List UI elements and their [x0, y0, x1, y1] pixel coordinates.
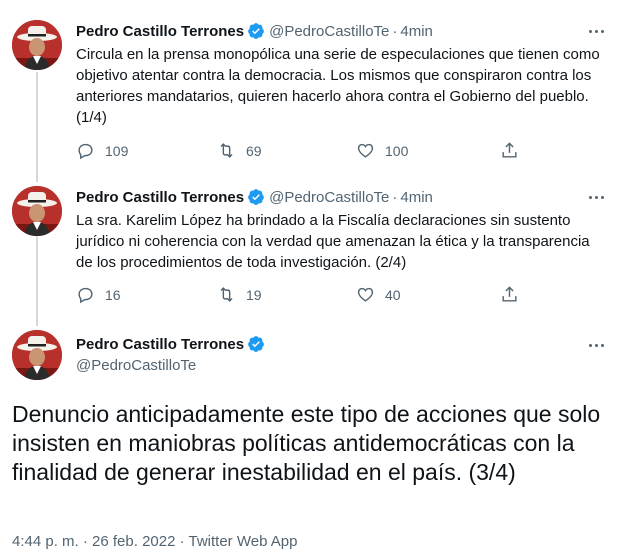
retweet-count: 19	[246, 286, 262, 303]
verified-badge-icon	[247, 22, 265, 40]
reply-icon	[78, 143, 93, 160]
tweet-header: Pedro Castillo Terrones @PedroCastilloTe…	[76, 186, 433, 208]
like-icon	[357, 143, 374, 158]
share-icon	[502, 142, 517, 158]
retweet-icon	[220, 287, 233, 302]
separator: ·	[392, 22, 398, 40]
tweet-actions: 16 19 40	[76, 285, 546, 307]
tweet-header: Pedro Castillo Terrones @PedroCastilloTe…	[76, 20, 433, 42]
share-icon	[502, 286, 517, 302]
separator: ·	[392, 188, 398, 206]
author-handle[interactable]: @PedroCastilloTe	[76, 357, 269, 374]
reply-icon	[78, 287, 93, 304]
like-count: 100	[385, 142, 409, 159]
timestamp[interactable]: 4min	[400, 189, 433, 206]
main-tweet-text: Denuncio anticipadamente este tipo de ac…	[12, 401, 601, 485]
more-icon[interactable]	[586, 188, 606, 206]
like-button[interactable]: 40	[356, 285, 401, 304]
author-handle[interactable]: @PedroCastilloTe	[269, 189, 389, 206]
main-tweet-header: Pedro Castillo Terrones @PedroCastilloTe	[76, 334, 269, 374]
tweet-text: Circula en la prensa monopólica una seri…	[76, 46, 600, 126]
share-button[interactable]	[500, 285, 529, 304]
verified-badge-icon	[247, 335, 265, 353]
author-name-row: Pedro Castillo Terrones	[76, 334, 269, 354]
tweet-1[interactable]: Pedro Castillo Terrones @PedroCastilloTe…	[0, 20, 620, 170]
retweet-icon	[220, 143, 233, 158]
reply-button[interactable]: 109	[76, 141, 128, 160]
share-button[interactable]	[500, 141, 529, 160]
reply-button[interactable]: 16	[76, 285, 121, 304]
more-icon[interactable]	[586, 22, 606, 40]
retweet-count: 69	[246, 142, 262, 159]
retweet-button[interactable]: 19	[217, 285, 262, 304]
author-name[interactable]: Pedro Castillo Terrones	[76, 336, 244, 353]
reply-count: 109	[105, 142, 129, 159]
author-handle[interactable]: @PedroCastilloTe	[269, 23, 389, 40]
tweet-2[interactable]: Pedro Castillo Terrones @PedroCastilloTe…	[0, 186, 620, 316]
retweet-button[interactable]: 69	[217, 141, 262, 160]
more-icon[interactable]	[586, 336, 606, 354]
avatar[interactable]	[12, 330, 62, 380]
like-button[interactable]: 100	[356, 141, 408, 160]
timestamp[interactable]: 4min	[400, 23, 433, 40]
author-name[interactable]: Pedro Castillo Terrones	[76, 189, 244, 206]
like-count: 40	[385, 286, 401, 303]
tweet-text: La sra. Karelim López ha brindado a la F…	[76, 212, 590, 271]
verified-badge-icon	[247, 188, 265, 206]
author-name[interactable]: Pedro Castillo Terrones	[76, 23, 244, 40]
tweet-actions: 109 69 100	[76, 141, 546, 163]
reply-count: 16	[105, 286, 121, 303]
tweet-meta: 4:44 p. m. · 26 feb. 2022 · Twitter Web …	[12, 533, 298, 550]
like-icon	[357, 287, 374, 302]
